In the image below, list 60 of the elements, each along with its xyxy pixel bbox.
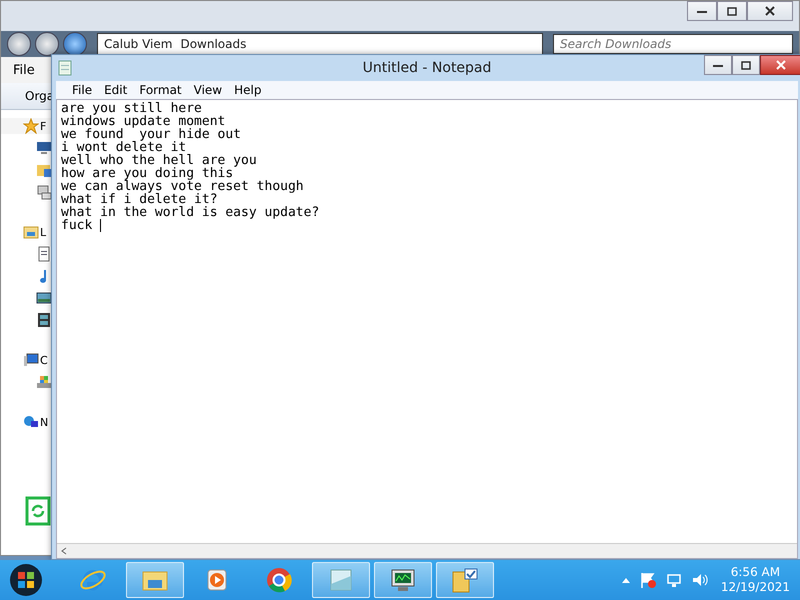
text-line: how are you doing this bbox=[61, 167, 234, 180]
text-line: well who the hell are you bbox=[61, 154, 257, 167]
minimize-button[interactable] bbox=[687, 1, 717, 21]
network-icon bbox=[36, 184, 52, 200]
close-icon bbox=[765, 6, 775, 16]
sidebar-item[interactable]: L bbox=[40, 226, 46, 238]
menu-item[interactable]: Format bbox=[139, 83, 182, 97]
text-line: i wont delete it bbox=[61, 141, 186, 154]
minimize-icon bbox=[713, 62, 723, 68]
menu-item[interactable]: Edit bbox=[104, 83, 128, 97]
horizontal-scrollbar[interactable] bbox=[57, 543, 797, 558]
star-icon bbox=[23, 118, 39, 134]
close-button[interactable] bbox=[747, 1, 793, 21]
text-line: are you still here bbox=[61, 102, 202, 115]
windows-logo-icon bbox=[9, 563, 43, 597]
close-button[interactable] bbox=[760, 55, 800, 75]
maximize-icon bbox=[727, 6, 737, 16]
text-line: windows update moment bbox=[61, 115, 226, 128]
minimize-icon bbox=[697, 8, 707, 14]
back-button[interactable] bbox=[7, 32, 31, 56]
window-title: Untitled - Notepad bbox=[362, 60, 492, 76]
up-button[interactable] bbox=[63, 32, 87, 56]
search-field[interactable]: Search Downloads bbox=[553, 34, 793, 54]
maximize-button[interactable] bbox=[717, 1, 747, 21]
flag-icon[interactable] bbox=[638, 571, 657, 589]
folder-icon bbox=[36, 162, 52, 178]
video-icon bbox=[36, 312, 52, 328]
taskbar-app[interactable] bbox=[436, 562, 494, 598]
maximize-button[interactable] bbox=[732, 55, 760, 75]
image-icon bbox=[36, 290, 52, 306]
text-cursor bbox=[100, 219, 102, 232]
menu-item[interactable]: File bbox=[72, 83, 92, 97]
notepad-icon bbox=[58, 60, 72, 76]
chrome-icon bbox=[265, 566, 293, 594]
menu-item[interactable]: File bbox=[13, 62, 35, 78]
menu-item[interactable]: Help bbox=[234, 83, 262, 97]
menu-item[interactable]: View bbox=[194, 83, 222, 97]
drive-icon bbox=[36, 374, 52, 390]
sidebar-item[interactable]: N bbox=[40, 416, 48, 428]
close-icon bbox=[776, 60, 786, 70]
address-bar[interactable]: Calub Viem Downloads bbox=[97, 33, 543, 55]
breadcrumb-item[interactable]: Calub Viem bbox=[104, 37, 172, 51]
library-icon bbox=[23, 224, 39, 240]
forward-button[interactable] bbox=[35, 32, 59, 56]
taskbar-app[interactable] bbox=[374, 562, 432, 598]
monitor-icon bbox=[36, 140, 52, 156]
folder-icon bbox=[451, 566, 479, 594]
maximize-icon bbox=[741, 60, 751, 70]
minimize-button[interactable] bbox=[704, 55, 732, 75]
text-line: what if i delete it? bbox=[61, 193, 218, 206]
breadcrumb-item[interactable]: Downloads bbox=[180, 37, 246, 51]
taskbar-app[interactable] bbox=[126, 562, 184, 598]
sidebar-item[interactable]: C bbox=[40, 354, 48, 366]
show-hidden-icon[interactable] bbox=[620, 576, 631, 584]
sidebar-item[interactable]: F bbox=[40, 120, 46, 132]
text-line: what in the world is easy update? bbox=[61, 206, 320, 219]
computer-icon bbox=[23, 352, 39, 368]
text-line: we can always vote reset though bbox=[61, 180, 304, 193]
text-line: we found your hide out bbox=[61, 128, 242, 141]
text-line: fuck bbox=[61, 219, 102, 232]
